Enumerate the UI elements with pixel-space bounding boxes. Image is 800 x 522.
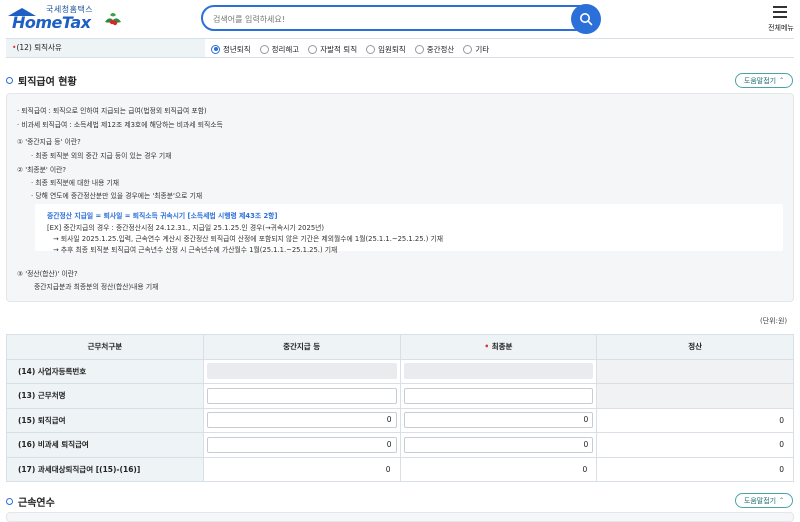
logo-title: HomeTax [12,13,91,32]
holly-decoration-icon [105,13,121,26]
search-input[interactable] [213,11,563,27]
row-label: (17) 과세대상퇴직급여 [(15)-(16)] [6,456,204,482]
retirement-pay-total-value: 0 [596,407,794,433]
section-title-service-years: 근속연수 [6,494,55,509]
radio-retirement-age[interactable]: 정년퇴직 [211,44,251,55]
radio-unchecked-icon [463,44,473,54]
note-example: [EX] 중간지급의 경우 : 중간정산시점 24.12.31., 지급일 25… [47,224,325,232]
note-title: 중간정산 지급일 = 퇴사일 = 퇴직소득 귀속시기 [소득세법 시행령 제43… [47,212,278,220]
row-label: (14) 사업자등록번호 [6,358,204,384]
info-question: ③ '정산(합산)' 이란? [17,270,78,278]
taxable-pay-total-value: 0 [596,456,794,482]
retirement-reason-radio-group: 정년퇴직 정리해고 자발적 퇴직 임원퇴직 중간정산 기타 [211,42,498,56]
required-mark: • [484,342,492,352]
retirement-reason-row: •(12) 퇴직사유 정년퇴직 정리해고 자발적 퇴직 임원퇴직 중간정산 기타 [6,38,794,58]
service-years-info-box [6,512,794,522]
radio-unchecked-icon [366,44,376,54]
section-bullet-icon [6,498,13,505]
table-row: (15) 퇴직급여 0 0 0 [6,407,794,433]
retirement-pay-mid-input[interactable]: 0 [206,412,397,429]
radio-voluntary[interactable]: 자발적 퇴직 [308,44,357,55]
note-line: → 퇴사일 2025.1.25.입력, 근속연수 계산시 중간정산 퇴직급여 산… [53,235,444,243]
section-bullet-icon [6,77,13,84]
nontaxable-pay-mid-input[interactable]: 0 [206,436,397,453]
retirement-pay-final-input[interactable]: 0 [403,412,594,429]
radio-executive[interactable]: 임원퇴직 [366,44,406,55]
chevron-up-icon: ⌃ [779,77,785,84]
nontaxable-pay-final-input[interactable]: 0 [403,436,594,453]
unit-label: (단위:원) [760,317,788,325]
all-menu-label: 전체메뉴 [768,24,794,32]
interim-settlement-note-box: 중간정산 지급일 = 퇴사일 = 퇴직소득 귀속시기 [소득세법 시행령 제43… [35,204,783,254]
row-label: (13) 근무처명 [6,383,204,409]
help-collapse-button[interactable]: 도움말접기 ⌃ [735,73,793,88]
table-row: (13) 근무처명 [6,383,794,409]
hometax-logo[interactable]: 국세청홈택스 HomeTax [6,4,126,34]
info-question: ② '최종분' 이란? [17,166,67,174]
info-answer: 중간지급분과 최종분의 정산(합산)내용 기재 [34,283,159,291]
business-number-mid-field [206,363,397,380]
radio-unchecked-icon [259,44,269,54]
all-menu-button[interactable]: 전체메뉴 [764,3,798,33]
row-label: (16) 비과세 퇴직급여 [6,432,204,458]
column-header: • 최종분 [399,334,598,360]
radio-interim-settlement[interactable]: 중간정산 [414,44,454,55]
hamburger-icon [773,6,787,21]
table-row: (17) 과세대상퇴직급여 [(15)-(16)] 0 0 0 [6,456,794,482]
retirement-reason-label: •(12) 퇴직사유 [6,39,205,57]
column-header: 근무처구분 [6,334,204,360]
workplace-name-total-cell [596,383,794,409]
help-info-box: · 퇴직급여 : 퇴직으로 인하여 지급되는 급여(법정외 퇴직급여 포함) ·… [6,93,794,302]
radio-other[interactable]: 기타 [463,44,489,55]
radio-unchecked-icon [414,44,424,54]
column-header: 중간지급 등 [202,334,401,360]
business-number-final-field [403,363,594,380]
info-answer: · 최종 퇴직분 외의 중간 지급 등이 있는 경우 기재 [31,152,172,160]
section-title-retirement-pay: 퇴직급여 현황 [6,73,77,88]
nontaxable-pay-total-value: 0 [596,432,794,458]
radio-checked-icon [211,44,220,54]
search-button[interactable] [571,4,601,34]
chevron-up-icon: ⌃ [779,497,785,504]
info-line: · 퇴직급여 : 퇴직으로 인하여 지급되는 급여(법정외 퇴직급여 포함) [17,107,207,115]
info-question: ① '중간지급 등' 이란? [17,138,81,146]
search-icon [580,13,593,26]
table-row: (16) 비과세 퇴직급여 0 0 0 [6,432,794,458]
taxable-pay-mid-value: 0 [202,456,401,482]
help-collapse-button[interactable]: 도움말접기 ⌃ [735,493,793,508]
top-header: 국세청홈택스 HomeTax 전체메뉴 [0,0,800,36]
row-label: (15) 퇴직급여 [6,407,204,433]
table-row: (14) 사업자등록번호 [6,358,794,384]
info-answer: · 당해 연도에 중간정산분만 있을 경우에는 '최종분'으로 기재 [31,192,203,200]
search-bar [201,4,601,34]
column-header: 정산 [596,334,794,360]
info-answer: · 최종 퇴직분에 대한 내용 기재 [31,179,120,187]
radio-layoff[interactable]: 정리해고 [259,44,299,55]
retirement-pay-table: 근무처구분 중간지급 등 • 최종분 정산 (14) 사업자등록번호 (13) … [6,334,794,482]
workplace-name-mid-input[interactable] [206,387,397,404]
business-number-total-cell [596,358,794,384]
workplace-name-final-input[interactable] [403,387,594,404]
radio-unchecked-icon [308,44,318,54]
taxable-pay-final-value: 0 [399,456,598,482]
info-line: · 비과세 퇴직급여 : 소득세법 제12조 제3호에 해당하는 비과세 퇴직소… [17,121,223,129]
table-header-row: 근무처구분 중간지급 등 • 최종분 정산 [6,334,794,360]
note-line: → 추후 최종 퇴직분 퇴직급여 근속년수 산정 시 근속년수에 가산월수 1월… [53,246,338,254]
